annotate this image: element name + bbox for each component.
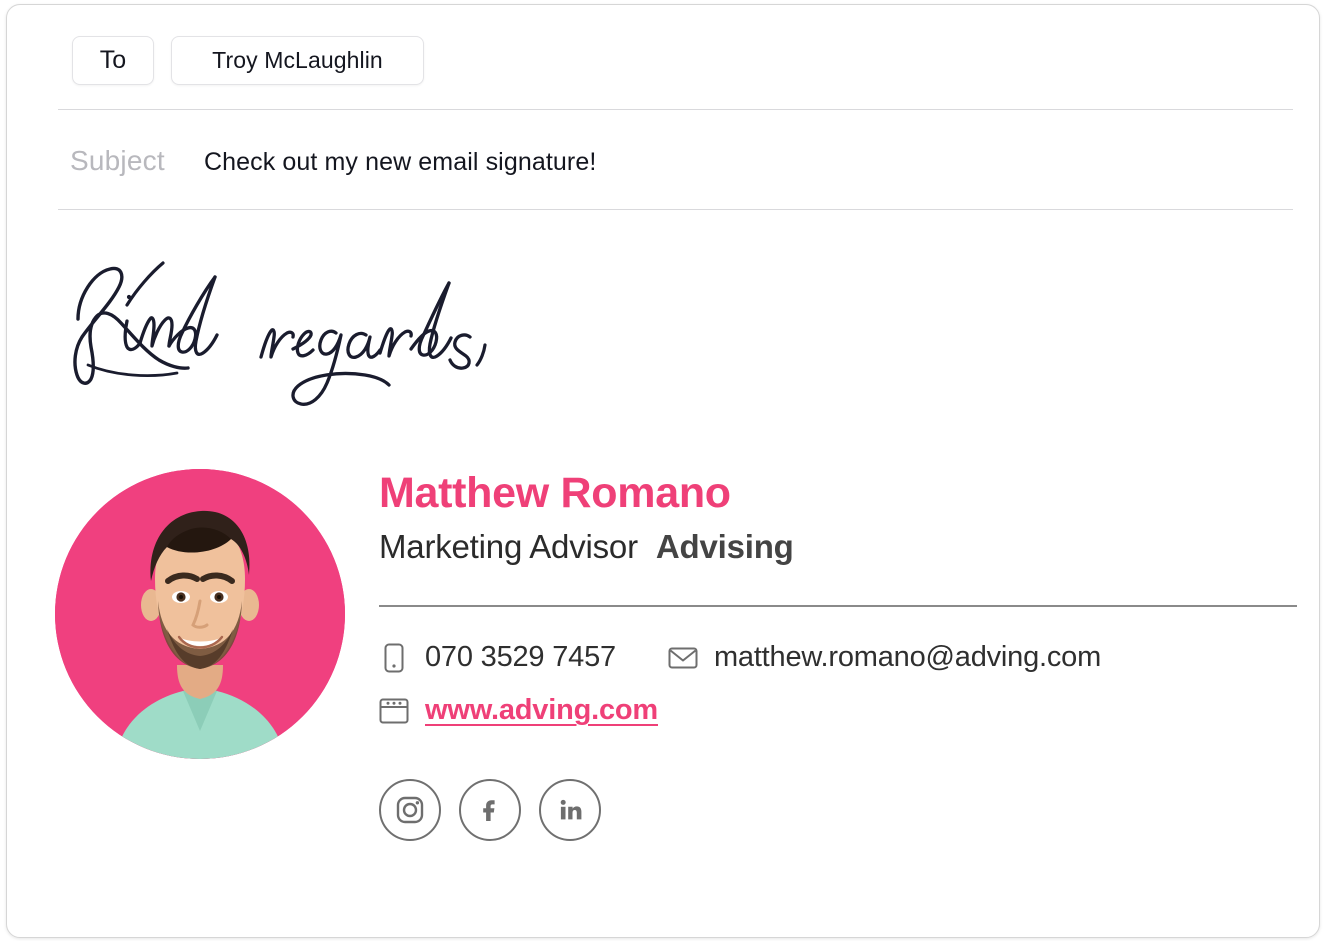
social-link-linkedin[interactable] <box>539 779 601 841</box>
contact-email[interactable]: matthew.romano@adving.com <box>668 641 1101 674</box>
contact-phone[interactable]: 070 3529 7457 <box>379 641 616 674</box>
compose-card: To Troy McLaughlin Subject Check out my … <box>6 4 1320 938</box>
signature-details: Matthew Romano Marketing Advisor Advisin… <box>379 445 794 566</box>
signature-role: Marketing Advisor <box>379 528 638 566</box>
contact-website-value[interactable]: www.adving.com <box>425 694 658 727</box>
handwritten-signoff-kind-regards <box>55 253 525 428</box>
signature-divider <box>379 605 1297 607</box>
signature-title-row: Marketing Advisor Advising <box>379 528 794 566</box>
subject-input[interactable]: Check out my new email signature! <box>204 148 596 177</box>
browser-window-icon <box>379 695 409 727</box>
contact-line-website: www.adving.com <box>379 694 1101 727</box>
social-link-facebook[interactable] <box>459 779 521 841</box>
social-link-instagram[interactable] <box>379 779 441 841</box>
contact-line-primary: 070 3529 7457 matthew.romano@adving.com <box>379 641 1101 674</box>
facebook-icon <box>475 795 505 825</box>
contact-phone-value: 070 3529 7457 <box>425 641 616 673</box>
recipient-chip-troy-mclaughlin[interactable]: Troy McLaughlin <box>171 36 424 85</box>
instagram-icon <box>395 795 425 825</box>
envelope-icon <box>668 642 698 674</box>
social-links <box>379 779 601 841</box>
to-label-pill: To <box>72 36 154 85</box>
email-compose-screen: To Troy McLaughlin Subject Check out my … <box>0 0 1340 941</box>
subject-row-divider <box>58 209 1293 210</box>
signature-name: Matthew Romano <box>379 469 731 517</box>
avatar <box>55 469 345 759</box>
contact-website[interactable]: www.adving.com <box>379 694 658 727</box>
mobile-phone-icon <box>379 642 409 674</box>
subject-label: Subject <box>70 145 165 176</box>
signature-company: Advising <box>655 528 794 566</box>
signature-contact-list: 070 3529 7457 matthew.romano@adving.com <box>379 641 1101 727</box>
linkedin-icon <box>555 795 585 825</box>
contact-email-value: matthew.romano@adving.com <box>713 641 1102 673</box>
to-row-divider <box>58 109 1293 110</box>
to-field-row[interactable]: To Troy McLaughlin <box>7 5 1319 110</box>
